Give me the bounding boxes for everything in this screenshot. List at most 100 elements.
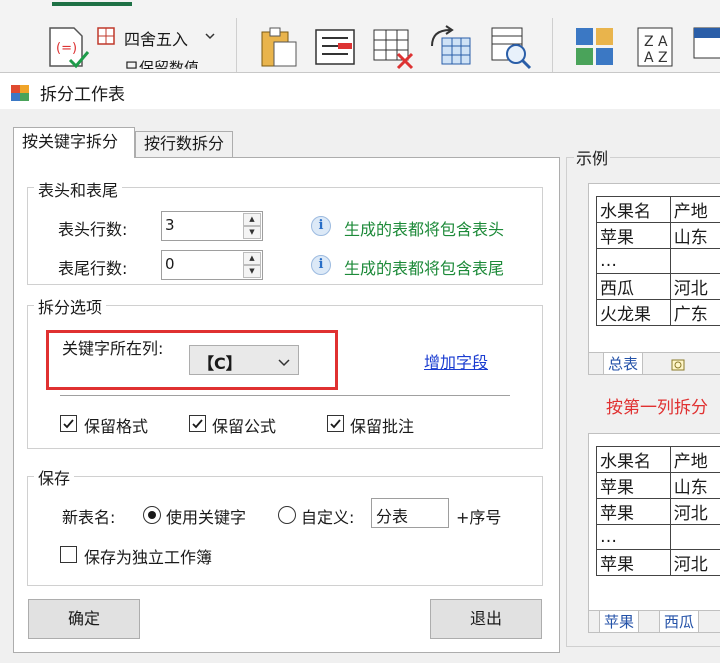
table-cell: 山东 xyxy=(670,473,720,499)
example-before-sheet-tabs: 总表 xyxy=(589,352,720,375)
footer-note: 生成的表都将包含表尾 xyxy=(344,255,504,279)
find-icon[interactable] xyxy=(488,24,534,70)
table-cell: … xyxy=(597,249,671,274)
footer-rows-label: 表尾行数: xyxy=(58,255,127,279)
example-after-sheet: 水果名产地 苹果山东 苹果河北 … 苹果河北 苹果 西瓜 xyxy=(588,433,720,633)
table-cell: 苹果 xyxy=(597,473,671,499)
add-field-link[interactable]: 增加字段 xyxy=(424,349,488,373)
header-rows-stepper[interactable]: 3 ▲ ▼ xyxy=(161,211,263,241)
save-as-workbook-checkbox[interactable] xyxy=(60,546,77,563)
header-rows-label: 表头行数: xyxy=(58,216,127,240)
ribbon-toolbar: (=) 四舍五入 只保留数值 xyxy=(0,0,720,81)
table-cell: 水果名 xyxy=(597,447,671,473)
suffix-label: +序号 xyxy=(456,504,501,528)
table-cell xyxy=(670,249,720,274)
stepper-up-icon[interactable]: ▲ xyxy=(243,252,261,265)
dialog-titlebar[interactable]: 拆分工作表 xyxy=(0,73,720,109)
stepper-down-icon[interactable]: ▼ xyxy=(243,265,261,278)
table-cell: 河北 xyxy=(670,274,720,300)
table-cell: 苹果 xyxy=(597,550,671,576)
new-sheet-name-label: 新表名: xyxy=(62,504,115,528)
split-worksheet-dialog: 拆分工作表 按关键字拆分 按行数拆分 表头和表尾 表头行数: 3 ▲ ▼ i 生… xyxy=(0,72,720,663)
table-cell: 产地 xyxy=(670,197,720,223)
table-row: 苹果河北 xyxy=(597,550,720,576)
ribbon-separator xyxy=(236,18,237,74)
keep-comment-label[interactable]: 保留批注 xyxy=(350,413,414,437)
formula-to-value-icon[interactable]: (=) xyxy=(44,24,90,70)
radio-selected-dot xyxy=(148,511,156,519)
paste-icon[interactable] xyxy=(256,24,302,70)
sheet-tab: 苹果 xyxy=(599,611,639,633)
keep-format-checkbox[interactable] xyxy=(60,415,77,432)
custom-name-input[interactable]: 分表 xyxy=(371,498,449,528)
info-icon: i xyxy=(311,216,331,236)
keep-formula-label[interactable]: 保留公式 xyxy=(212,413,276,437)
new-sheet-icon xyxy=(671,357,687,371)
ribbon-separator xyxy=(552,18,553,74)
table-row: 苹果河北 xyxy=(597,499,720,525)
custom-name-label[interactable]: 自定义: xyxy=(301,504,354,528)
sort-icon[interactable]: Z A A Z xyxy=(632,24,678,70)
ok-button[interactable]: 确定 xyxy=(28,599,140,639)
table-cell: 山东 xyxy=(670,223,720,249)
merge-icon[interactable] xyxy=(690,24,720,70)
table-row: 火龙果广东 xyxy=(597,300,720,326)
table-cell: 苹果 xyxy=(597,499,671,525)
table-row: 苹果山东 xyxy=(597,473,720,499)
table-row: … xyxy=(597,249,720,274)
save-as-workbook-label[interactable]: 保存为独立工作簿 xyxy=(84,544,212,568)
keep-comment-checkbox[interactable] xyxy=(327,415,344,432)
table-row: 西瓜河北 xyxy=(597,274,720,300)
table-cell: 广东 xyxy=(670,300,720,326)
table-row: 水果名产地 xyxy=(597,447,720,473)
use-keyword-label[interactable]: 使用关键字 xyxy=(166,504,246,528)
transpose-icon[interactable] xyxy=(428,24,474,70)
app-icon xyxy=(10,82,32,102)
split-options-legend: 拆分选项 xyxy=(34,294,106,318)
footer-rows-value: 0 xyxy=(165,255,175,273)
color-grid-icon[interactable] xyxy=(572,24,618,70)
tab-split-by-keyword[interactable]: 按关键字拆分 xyxy=(13,127,135,158)
round-label[interactable]: 四舍五入 xyxy=(124,26,188,50)
keep-formula-checkbox[interactable] xyxy=(189,415,206,432)
keep-value-label[interactable]: 只保留数值 xyxy=(124,57,199,69)
svg-text:A: A xyxy=(644,50,654,66)
save-group xyxy=(27,476,543,586)
options-divider xyxy=(60,395,510,396)
custom-name-radio[interactable] xyxy=(278,506,296,524)
table-cell: 河北 xyxy=(670,499,720,525)
table-cell: … xyxy=(597,525,671,550)
header-footer-legend: 表头和表尾 xyxy=(34,177,122,201)
table-row: … xyxy=(597,525,720,550)
chevron-down-icon[interactable] xyxy=(204,26,216,36)
table-cell: 河北 xyxy=(670,550,720,576)
table-cell xyxy=(670,525,720,550)
example-caption: 按第一列拆分 xyxy=(606,393,708,418)
save-legend: 保存 xyxy=(34,465,74,489)
use-keyword-radio[interactable] xyxy=(143,506,161,524)
table-cell: 水果名 xyxy=(597,197,671,223)
sheet-tab: 总表 xyxy=(603,353,643,375)
table-row: 水果名产地 xyxy=(597,197,720,223)
text-convert-icon[interactable] xyxy=(312,24,358,70)
delete-grid-icon[interactable] xyxy=(370,24,416,70)
svg-text:A: A xyxy=(658,34,668,50)
stepper-up-icon[interactable]: ▲ xyxy=(243,213,261,226)
round-icon[interactable] xyxy=(96,26,118,46)
keep-format-label[interactable]: 保留格式 xyxy=(84,413,148,437)
table-cell: 产地 xyxy=(670,447,720,473)
example-before-sheet: 水果名产地 苹果山东 … 西瓜河北 火龙果广东 总表 xyxy=(588,183,720,375)
exit-button[interactable]: 退出 xyxy=(430,599,542,639)
table-row: 苹果山东 xyxy=(597,223,720,249)
svg-text:(=): (=) xyxy=(56,41,77,56)
example-after-table: 水果名产地 苹果山东 苹果河北 … 苹果河北 xyxy=(596,446,720,576)
svg-text:Z: Z xyxy=(658,50,668,66)
footer-rows-stepper[interactable]: 0 ▲ ▼ xyxy=(161,250,263,280)
tab-split-by-rows[interactable]: 按行数拆分 xyxy=(135,131,233,157)
dialog-title: 拆分工作表 xyxy=(40,80,125,105)
example-after-sheet-tabs: 苹果 西瓜 xyxy=(589,610,720,633)
example-before-table: 水果名产地 苹果山东 … 西瓜河北 火龙果广东 xyxy=(596,196,720,326)
header-note: 生成的表都将包含表头 xyxy=(344,216,504,240)
stepper-down-icon[interactable]: ▼ xyxy=(243,226,261,239)
header-rows-value: 3 xyxy=(165,216,175,234)
